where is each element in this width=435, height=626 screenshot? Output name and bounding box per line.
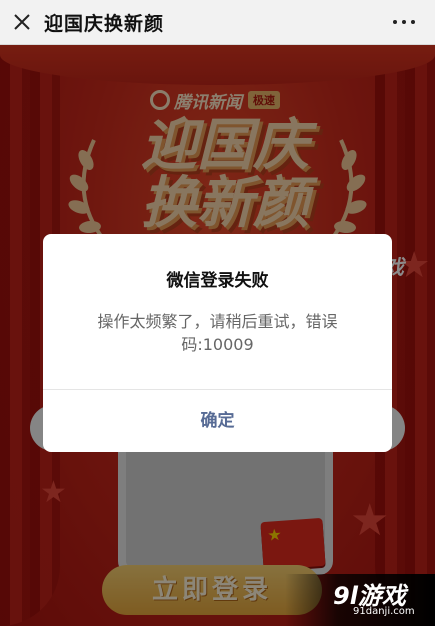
confirm-button[interactable]: 确定 xyxy=(43,390,392,452)
nav-bar: 迎国庆换新颜 xyxy=(0,0,435,45)
watermark-bottom-url: 91danji.com xyxy=(353,606,415,617)
watermark-bottom: 9l游戏 91danji.com xyxy=(285,574,435,626)
close-icon[interactable] xyxy=(10,10,34,34)
dialog-message: 操作太频繁了，请稍后重试，错误码:10009 xyxy=(97,312,338,354)
nav-title: 迎国庆换新颜 xyxy=(44,13,165,35)
dialog-title: 微信登录失败 xyxy=(166,271,269,291)
login-failed-dialog: 微信登录失败 操作太频繁了，请稍后重试，错误码:10009 确定 xyxy=(43,234,392,452)
more-dots-icon[interactable] xyxy=(391,12,417,32)
